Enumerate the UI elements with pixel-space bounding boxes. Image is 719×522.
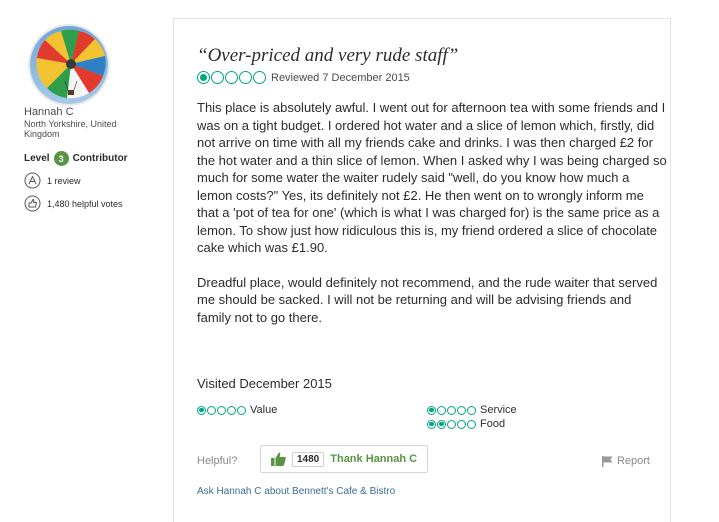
- report-button[interactable]: Report: [601, 455, 650, 467]
- empty-bubble-icon: [225, 71, 238, 84]
- value-rating-bubbles: [197, 405, 246, 415]
- reviewed-date: Reviewed 7 December 2015: [271, 71, 410, 84]
- report-label: Report: [616, 455, 650, 467]
- subrating-label: Food: [480, 418, 506, 430]
- helpful-votes[interactable]: 1,480 helpful votes: [24, 195, 123, 212]
- review-card: “Over-priced and very rude staff” Review…: [173, 18, 671, 522]
- ask-reviewer-link[interactable]: Ask Hannah C about Bennett's Cafe & Bist…: [197, 486, 395, 497]
- filled-bubble-icon: [197, 71, 210, 84]
- filled-bubble-icon: [197, 405, 206, 415]
- empty-bubble-icon: [227, 405, 236, 415]
- thumbs-up-badge-icon: [24, 195, 41, 212]
- contributor-level: Level 3 Contributor: [24, 151, 128, 166]
- review-text: This place is absolutely awful. I went o…: [197, 99, 667, 343]
- review-count[interactable]: 1 review: [24, 172, 81, 189]
- thank-count: 1480: [292, 451, 325, 467]
- thank-button[interactable]: 1480 Thank Hannah C: [260, 445, 429, 473]
- review-paragraph: Dreadful place, would definitely not rec…: [197, 274, 658, 325]
- empty-bubble-icon: [467, 419, 476, 429]
- empty-bubble-icon: [457, 419, 466, 429]
- empty-bubble-icon: [467, 405, 476, 415]
- empty-bubble-icon: [447, 419, 456, 429]
- reviewer-profile: Hannah C North Yorkshire, United Kingdom…: [0, 0, 160, 522]
- reviewer-location: North Yorkshire, United Kingdom: [24, 119, 117, 139]
- level-badge: 3: [53, 151, 69, 166]
- empty-bubble-icon: [447, 405, 456, 415]
- flag-icon: [601, 455, 613, 467]
- filled-bubble-icon: [437, 419, 446, 429]
- empty-bubble-icon: [437, 405, 446, 415]
- thumbs-up-icon: [271, 452, 286, 466]
- helpful-votes-text: 1,480 helpful votes: [47, 198, 123, 209]
- empty-bubble-icon: [207, 405, 216, 415]
- thank-label: Thank Hannah C: [330, 453, 418, 465]
- empty-bubble-icon: [237, 405, 246, 415]
- review-badge-icon: [24, 172, 41, 189]
- empty-bubble-icon: [457, 405, 466, 415]
- subrating-label: Value: [250, 404, 278, 416]
- empty-bubble-icon: [217, 405, 226, 415]
- level-label: Contributor: [72, 153, 128, 164]
- review-title[interactable]: “Over-priced and very rude staff”: [197, 45, 458, 67]
- visited-date: Visited December 2015: [197, 376, 332, 391]
- level-prefix: Level: [24, 153, 50, 164]
- subrating-service: Service: [427, 404, 517, 416]
- food-rating-bubbles: [427, 419, 476, 429]
- reviewer-avatar[interactable]: [28, 24, 110, 106]
- subrating-value: Value: [197, 404, 277, 416]
- subrating-food: Food: [427, 418, 505, 430]
- filled-bubble-icon: [427, 419, 436, 429]
- helpful-label: Helpful?: [197, 455, 238, 467]
- review-count-text: 1 review: [47, 175, 81, 186]
- review-paragraph: This place is absolutely awful. I went o…: [197, 100, 667, 255]
- empty-bubble-icon: [211, 71, 224, 84]
- empty-bubble-icon: [253, 71, 266, 84]
- service-rating-bubbles: [427, 405, 476, 415]
- review-rating: Reviewed 7 December 2015: [197, 71, 410, 84]
- reviewer-name[interactable]: Hannah C: [24, 106, 74, 118]
- filled-bubble-icon: [427, 405, 436, 415]
- empty-bubble-icon: [239, 71, 252, 84]
- rating-bubbles: [197, 71, 266, 84]
- subrating-label: Service: [480, 404, 517, 416]
- hot-air-balloon-photo-icon: [30, 26, 108, 104]
